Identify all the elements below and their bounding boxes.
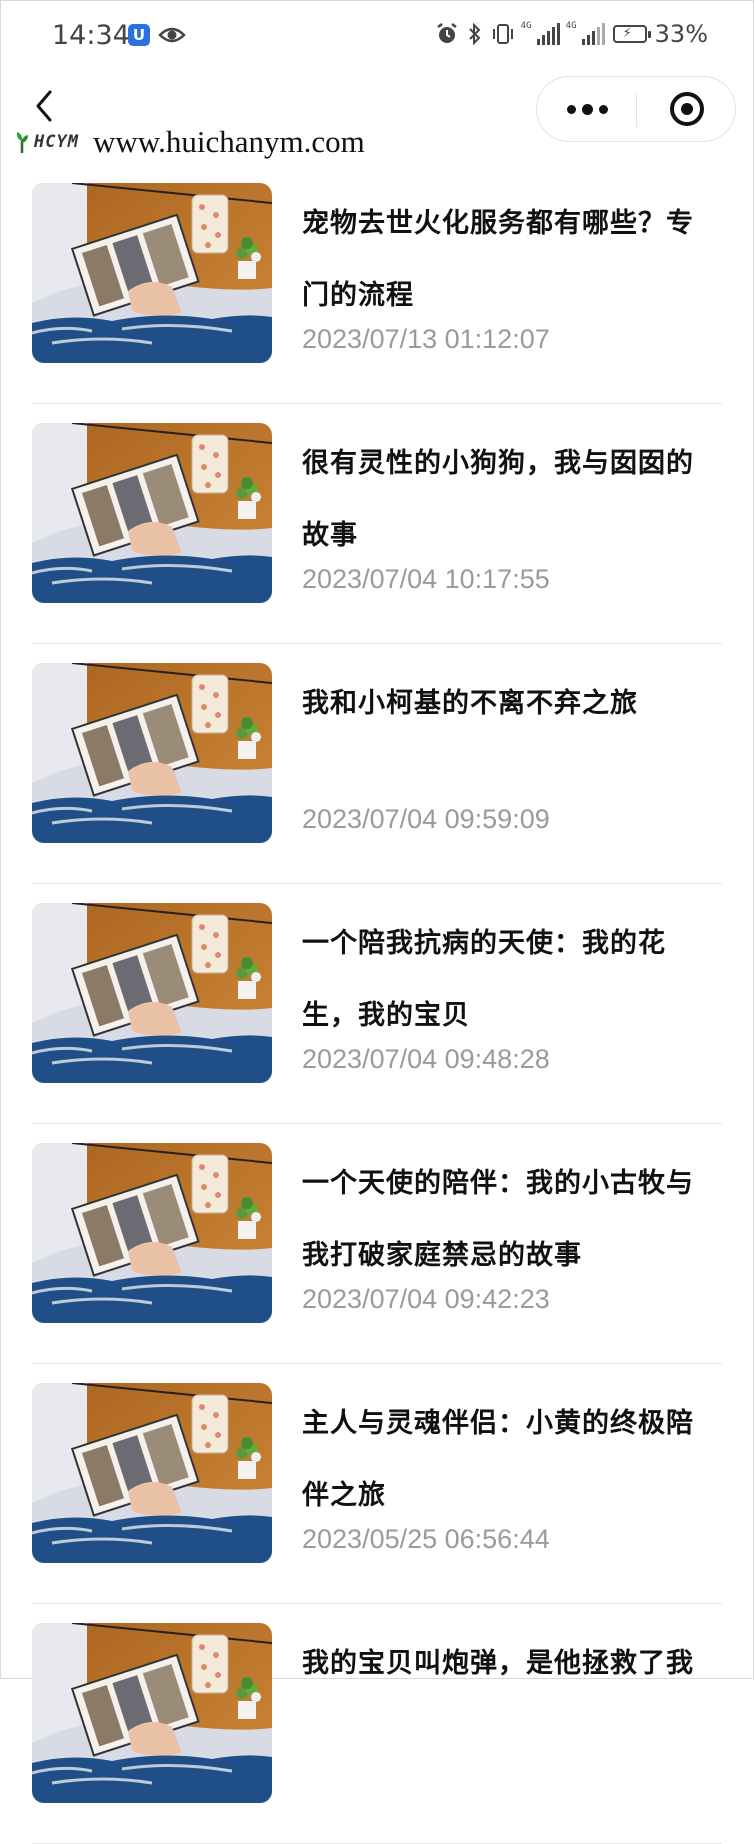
- article-title: 我和小柯基的不离不弃之旅: [302, 688, 638, 719]
- article-thumbnail: [32, 663, 272, 843]
- article-title: 宠物去世火化服务都有哪些？专 门的流程: [302, 208, 694, 311]
- battery-icon: ⚡: [612, 25, 651, 43]
- article-title: 很有灵性的小狗狗，我与囡囡的 故事: [302, 448, 694, 551]
- article-list: 宠物去世火化服务都有哪些？专 门的流程 2023/07/13 01:12:07 很…: [32, 164, 722, 1844]
- article-thumbnail: [32, 1143, 272, 1323]
- article-item[interactable]: 我的宝贝叫炮弹，是他拯救了我: [32, 1604, 722, 1844]
- article-thumbnail: [32, 183, 272, 363]
- logo-sprout-icon: [16, 132, 28, 153]
- mini-program-capsule: [536, 76, 736, 142]
- capsule-divider: [636, 93, 637, 127]
- article-thumbnail: [32, 1383, 272, 1563]
- article-item[interactable]: 主人与灵魂伴侣：小黄的终极陪 伴之旅 2023/05/25 06:56:44: [32, 1364, 722, 1604]
- watermark-logo: HCYM: [34, 132, 79, 152]
- article-item[interactable]: 我和小柯基的不离不弃之旅 2023/07/04 09:59:09: [32, 644, 722, 884]
- watermark: HCYM www.huichanym.com: [14, 124, 365, 160]
- article-title: 主人与灵魂伴侣：小黄的终极陪 伴之旅: [302, 1408, 694, 1511]
- article-item[interactable]: 一个陪我抗病的天使：我的花 生，我的宝贝 2023/07/04 09:48:28: [32, 884, 722, 1124]
- article-title: 一个陪我抗病的天使：我的花 生，我的宝贝: [302, 928, 666, 1031]
- article-date: 2023/07/04 09:42:23: [302, 1284, 550, 1314]
- article-title: 我的宝贝叫炮弹，是他拯救了我: [302, 1648, 694, 1679]
- article-thumbnail: [32, 903, 272, 1083]
- article-date: 2023/07/04 10:17:55: [302, 564, 550, 594]
- article-thumbnail: [32, 423, 272, 603]
- status-icons: 4G 4G ⚡ 33%: [435, 20, 708, 48]
- chevron-left-icon[interactable]: [30, 86, 60, 126]
- article-item[interactable]: 一个天使的陪伴：我的小古牧与 我打破家庭禁忌的故事 2023/07/04 09:4…: [32, 1124, 722, 1364]
- signal-icon: 4G: [521, 21, 560, 45]
- article-item[interactable]: 很有灵性的小狗狗，我与囡囡的 故事 2023/07/04 10:17:55: [32, 404, 722, 644]
- article-date: 2023/05/25 06:56:44: [302, 1524, 550, 1554]
- bluetooth-icon: [468, 22, 481, 46]
- more-dots-icon[interactable]: [537, 77, 637, 141]
- signal-icon-2: 4G: [566, 21, 605, 45]
- article-date: 2023/07/04 09:48:28: [302, 1044, 550, 1074]
- eye-icon: [158, 27, 186, 43]
- article-date: 2023/07/13 01:12:07: [302, 324, 550, 354]
- status-time: 14:34: [52, 20, 130, 51]
- article-item[interactable]: 宠物去世火化服务都有哪些？专 门的流程 2023/07/13 01:12:07: [32, 164, 722, 404]
- target-circle-icon[interactable]: [669, 91, 705, 127]
- alarm-icon: [436, 23, 457, 43]
- app-badge-icon: U: [128, 24, 150, 46]
- watermark-url: www.huichanym.com: [92, 124, 365, 159]
- article-date: 2023/07/04 09:59:09: [302, 804, 550, 834]
- article-thumbnail: [32, 1623, 272, 1803]
- vibrate-icon: [492, 24, 513, 44]
- battery-percent: 33%: [654, 20, 708, 48]
- article-title: 一个天使的陪伴：我的小古牧与 我打破家庭禁忌的故事: [302, 1168, 694, 1271]
- status-bar: 14:34 U 4G 4G ⚡ 33%: [0, 0, 756, 76]
